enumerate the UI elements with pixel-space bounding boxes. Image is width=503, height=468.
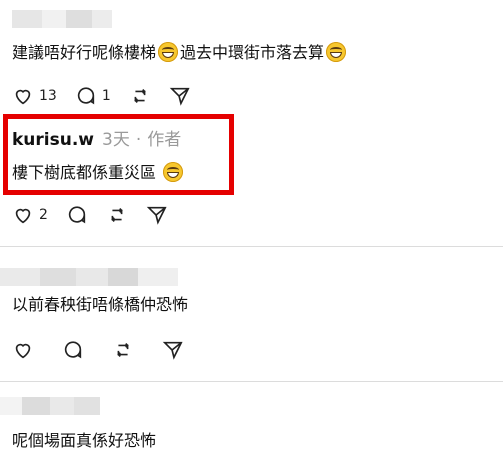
heart-icon [15, 208, 31, 224]
blurred-username [0, 268, 178, 286]
share-button[interactable] [169, 85, 191, 107]
reply-button[interactable] [66, 204, 88, 226]
heart-icon [15, 89, 31, 105]
repost-button[interactable] [112, 339, 134, 361]
comment-4-text: 呢個場面真係好恐怖 [12, 431, 157, 450]
reply-button[interactable]: 1 [75, 85, 111, 107]
blurred-username [0, 397, 100, 415]
share-button[interactable] [162, 339, 184, 361]
divider [0, 246, 503, 247]
comment-3-actions [12, 339, 202, 361]
comment-1-text: 建議唔好行呢條樓梯 過去中環街市落去算 [12, 42, 348, 63]
send-icon [169, 87, 190, 106]
grinning-sweat-emoji [326, 42, 347, 62]
comment-2-actions: 2 [12, 204, 186, 226]
reply-button[interactable] [62, 339, 84, 361]
repost-button[interactable] [129, 85, 151, 107]
divider [0, 381, 503, 382]
comment-3-text: 以前春秧街唔條橋仲恐怖 [12, 295, 189, 314]
repost-icon [133, 88, 146, 104]
separator: · [135, 130, 142, 150]
speech-bubble-icon [77, 87, 94, 105]
repost-icon [117, 342, 129, 358]
speech-bubble-icon [64, 341, 82, 359]
send-icon [162, 341, 183, 360]
like-button[interactable]: 13 [12, 85, 57, 107]
author-line: kurisu.w 3天 · 作者 [12, 130, 181, 150]
grinning-sweat-emoji [158, 42, 179, 62]
send-icon [146, 206, 167, 225]
timestamp: 3天 [102, 130, 130, 150]
like-button[interactable] [12, 339, 34, 361]
repost-icon [111, 207, 123, 223]
comment-1-actions: 13 1 [12, 85, 209, 107]
heart-icon [15, 343, 31, 359]
author-badge: 作者 [147, 130, 182, 150]
grinning-sweat-emoji [163, 162, 184, 182]
speech-bubble-icon [68, 206, 86, 224]
username[interactable]: kurisu.w [12, 130, 94, 150]
blurred-username [12, 10, 112, 28]
repost-button[interactable] [106, 204, 128, 226]
comment-2-text: 樓下樹底都係重災區 [12, 162, 185, 183]
share-button[interactable] [146, 204, 168, 226]
like-button[interactable]: 2 [12, 204, 48, 226]
